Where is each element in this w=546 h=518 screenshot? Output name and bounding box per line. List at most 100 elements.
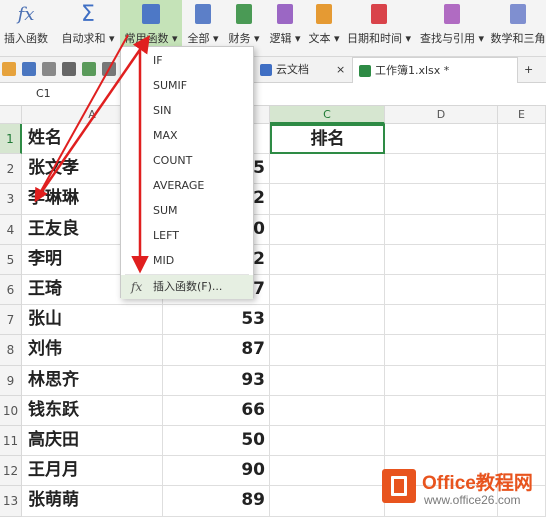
row-header-9[interactable]: 9 [0, 366, 22, 396]
finance-book-icon [236, 4, 252, 24]
column-header-e[interactable]: E [498, 106, 546, 124]
cell-e10[interactable] [498, 396, 546, 426]
cell-c9[interactable] [270, 366, 385, 396]
cell-b12[interactable]: 90 [163, 456, 270, 486]
cell-c8[interactable] [270, 335, 385, 366]
cell-e7[interactable] [498, 305, 546, 335]
cell-e5[interactable] [498, 245, 546, 275]
row-header-11[interactable]: 11 [0, 426, 22, 456]
math-book-icon [510, 4, 526, 24]
cell-e11[interactable] [498, 426, 546, 456]
cell-e9[interactable] [498, 366, 546, 396]
column-header-c[interactable]: C [270, 106, 385, 124]
cell-a9[interactable]: 林思齐 [22, 366, 163, 396]
cell-c6[interactable] [270, 275, 385, 305]
cell-c11[interactable] [270, 426, 385, 456]
cell-c1[interactable]: 排名 [270, 124, 385, 154]
row-header-13[interactable]: 13 [0, 486, 22, 517]
cell-d6[interactable] [385, 275, 498, 305]
menu-item-if[interactable]: IF [121, 49, 253, 73]
cell-d5[interactable] [385, 245, 498, 275]
insert-function-button[interactable]: fx 插入函数 [0, 0, 52, 56]
cell-d10[interactable] [385, 396, 498, 426]
cell-b8[interactable]: 87 [163, 335, 270, 366]
cell-b9[interactable]: 93 [163, 366, 270, 396]
row-header-10[interactable]: 10 [0, 396, 22, 426]
cell-e2[interactable] [498, 154, 546, 184]
save-icon[interactable] [22, 62, 36, 76]
cell-e8[interactable] [498, 335, 546, 366]
cell-c12[interactable] [270, 456, 385, 486]
menu-item-max[interactable]: MAX [121, 124, 253, 148]
math-trig-button[interactable]: 数学和三角 [490, 0, 546, 56]
menu-item-sin[interactable]: SIN [121, 99, 253, 123]
menu-item-sum[interactable]: SUM [121, 199, 253, 223]
menu-item-count[interactable]: COUNT [121, 149, 253, 173]
cell-e6[interactable] [498, 275, 546, 305]
column-header-d[interactable]: D [385, 106, 498, 124]
tab-workbook1[interactable]: 工作簿1.xlsx * [352, 57, 518, 83]
undo-icon[interactable] [102, 62, 116, 76]
date-time-button[interactable]: 日期和时间 ▾ [344, 0, 414, 56]
cell-c7[interactable] [270, 305, 385, 335]
cell-d7[interactable] [385, 305, 498, 335]
cell-d11[interactable] [385, 426, 498, 456]
export-icon[interactable] [42, 62, 56, 76]
cell-d4[interactable] [385, 215, 498, 245]
row-header-7[interactable]: 7 [0, 305, 22, 335]
cell-b11[interactable]: 50 [163, 426, 270, 456]
tab-cloud-docs[interactable]: 云文档 [260, 57, 330, 82]
row-header-2[interactable]: 2 [0, 154, 22, 184]
cell-a11[interactable]: 高庆田 [22, 426, 163, 456]
text-button[interactable]: 文本 ▾ [306, 0, 342, 56]
new-tab-add-icon[interactable]: + [524, 57, 540, 82]
row-header-5[interactable]: 5 [0, 245, 22, 275]
cell-d8[interactable] [385, 335, 498, 366]
row-header-3[interactable]: 3 [0, 184, 22, 215]
office26-watermark: Office教程网 www.office26.com [380, 466, 546, 518]
cell-a7[interactable]: 张山 [22, 305, 163, 335]
cell-a10[interactable]: 钱东跃 [22, 396, 163, 426]
cell-c2[interactable] [270, 154, 385, 184]
menu-item-insert-function[interactable]: fx 插入函数(F)... [121, 275, 253, 299]
name-box[interactable]: C1 [36, 87, 51, 100]
lookup-reference-button[interactable]: 查找与引用 ▾ [416, 0, 488, 56]
open-folder-icon[interactable] [2, 62, 16, 76]
cell-d9[interactable] [385, 366, 498, 396]
cell-e4[interactable] [498, 215, 546, 245]
cell-a12[interactable]: 王月月 [22, 456, 163, 486]
menu-item-average[interactable]: AVERAGE [121, 174, 253, 198]
cell-d2[interactable] [385, 154, 498, 184]
cell-e1[interactable] [498, 124, 546, 154]
cell-d3[interactable] [385, 184, 498, 215]
print-preview-icon[interactable] [82, 62, 96, 76]
cell-b13[interactable]: 89 [163, 486, 270, 517]
row-header-12[interactable]: 12 [0, 456, 22, 486]
formula-bar: C1 [0, 83, 546, 106]
cell-c10[interactable] [270, 396, 385, 426]
logical-button[interactable]: 逻辑 ▾ [266, 0, 304, 56]
tab-cloud-docs-close-icon[interactable]: × [336, 57, 350, 82]
menu-item-sumif[interactable]: SUMIF [121, 74, 253, 98]
select-all-corner[interactable] [0, 106, 22, 124]
menu-item-left[interactable]: LEFT [121, 224, 253, 248]
cell-c5[interactable] [270, 245, 385, 275]
row-header-8[interactable]: 8 [0, 335, 22, 366]
fx-icon: fx [17, 4, 35, 25]
cell-b7[interactable]: 53 [163, 305, 270, 335]
cell-b10[interactable]: 66 [163, 396, 270, 426]
print-icon[interactable] [62, 62, 76, 76]
row-header-1[interactable]: 1 [0, 124, 22, 154]
autosum-button[interactable]: Σ 自动求和 ▾ [58, 0, 118, 56]
cell-d1[interactable] [385, 124, 498, 154]
cell-c4[interactable] [270, 215, 385, 245]
row-header-4[interactable]: 4 [0, 215, 22, 245]
fx-icon: fx [131, 280, 143, 294]
cell-e3[interactable] [498, 184, 546, 215]
cell-c13[interactable] [270, 486, 385, 517]
row-header-6[interactable]: 6 [0, 275, 22, 305]
cell-a8[interactable]: 刘伟 [22, 335, 163, 366]
cell-c3[interactable] [270, 184, 385, 215]
menu-item-mid[interactable]: MID [121, 249, 253, 273]
cell-a13[interactable]: 张萌萌 [22, 486, 163, 517]
